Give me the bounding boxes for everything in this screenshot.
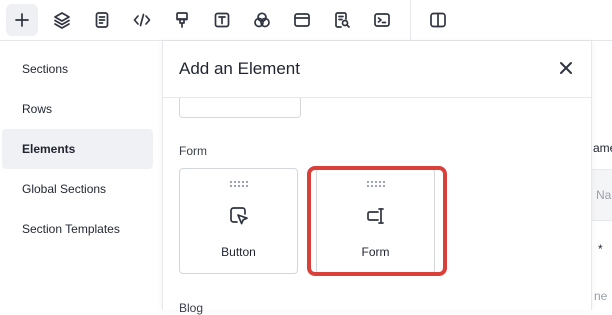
background-text: ame	[593, 141, 612, 155]
search-document-icon	[335, 12, 350, 28]
document-icon	[95, 12, 109, 28]
element-card-label: Form	[361, 245, 390, 259]
toolbar-divider	[410, 0, 411, 40]
close-button[interactable]	[555, 57, 577, 79]
code-icon	[133, 13, 151, 27]
drag-handle-icon[interactable]	[365, 180, 386, 188]
sidebar-item-section-templates[interactable]: Section Templates	[2, 209, 153, 249]
sidebar-item-label: Rows	[22, 102, 53, 116]
colors-button[interactable]	[246, 4, 278, 36]
cursor-click-icon	[228, 205, 250, 227]
style-button[interactable]	[166, 4, 198, 36]
seo-button[interactable]	[326, 4, 358, 36]
terminal-button[interactable]	[366, 4, 398, 36]
browser-window-icon	[294, 13, 310, 27]
text-box-icon	[214, 12, 230, 28]
columns-icon	[430, 12, 446, 28]
element-category-sidebar: Sections Rows Elements Global Sections S…	[0, 41, 162, 310]
text-button[interactable]	[206, 4, 238, 36]
input-field-icon	[365, 205, 387, 227]
sidebar-item-label: Sections	[22, 62, 69, 76]
brush-icon	[176, 12, 188, 28]
sidebar-item-elements[interactable]: Elements	[2, 129, 153, 169]
sidebar-item-label: Elements	[22, 142, 76, 156]
sidebar-item-global-sections[interactable]: Global Sections	[2, 169, 153, 209]
top-toolbar	[0, 0, 612, 41]
browser-button[interactable]	[286, 4, 318, 36]
code-button[interactable]	[126, 4, 158, 36]
panel-header: Add an Element	[163, 41, 591, 98]
panel-title: Add an Element	[179, 59, 300, 78]
background-placeholder: Na	[596, 188, 612, 202]
pages-button[interactable]	[86, 4, 118, 36]
circles-icon	[254, 12, 270, 28]
split-view-button[interactable]	[422, 4, 454, 36]
section-label-form: Form	[179, 144, 207, 158]
background-required-mark: *	[598, 242, 603, 256]
sidebar-item-label: Section Templates	[22, 222, 120, 236]
sidebar-item-sections[interactable]: Sections	[2, 49, 153, 89]
layers-icon	[54, 12, 70, 29]
close-icon	[560, 62, 572, 74]
plus-icon	[15, 13, 29, 27]
background-placeholder-2: ne	[594, 289, 608, 303]
section-label-blog: Blog	[179, 301, 204, 315]
add-element-button[interactable]	[6, 4, 38, 36]
sidebar-item-rows[interactable]: Rows	[2, 89, 153, 129]
element-card-label: Button	[221, 245, 256, 259]
add-element-panel: Add an Element Form Button Form Blog	[162, 41, 592, 315]
layers-button[interactable]	[46, 4, 78, 36]
terminal-icon	[374, 13, 390, 27]
element-card-form[interactable]: Form	[316, 168, 435, 274]
drag-handle-icon[interactable]	[228, 180, 249, 188]
sidebar-item-label: Global Sections	[22, 182, 107, 196]
element-card-button[interactable]: Button	[179, 168, 298, 274]
element-card-partial[interactable]	[179, 98, 301, 118]
